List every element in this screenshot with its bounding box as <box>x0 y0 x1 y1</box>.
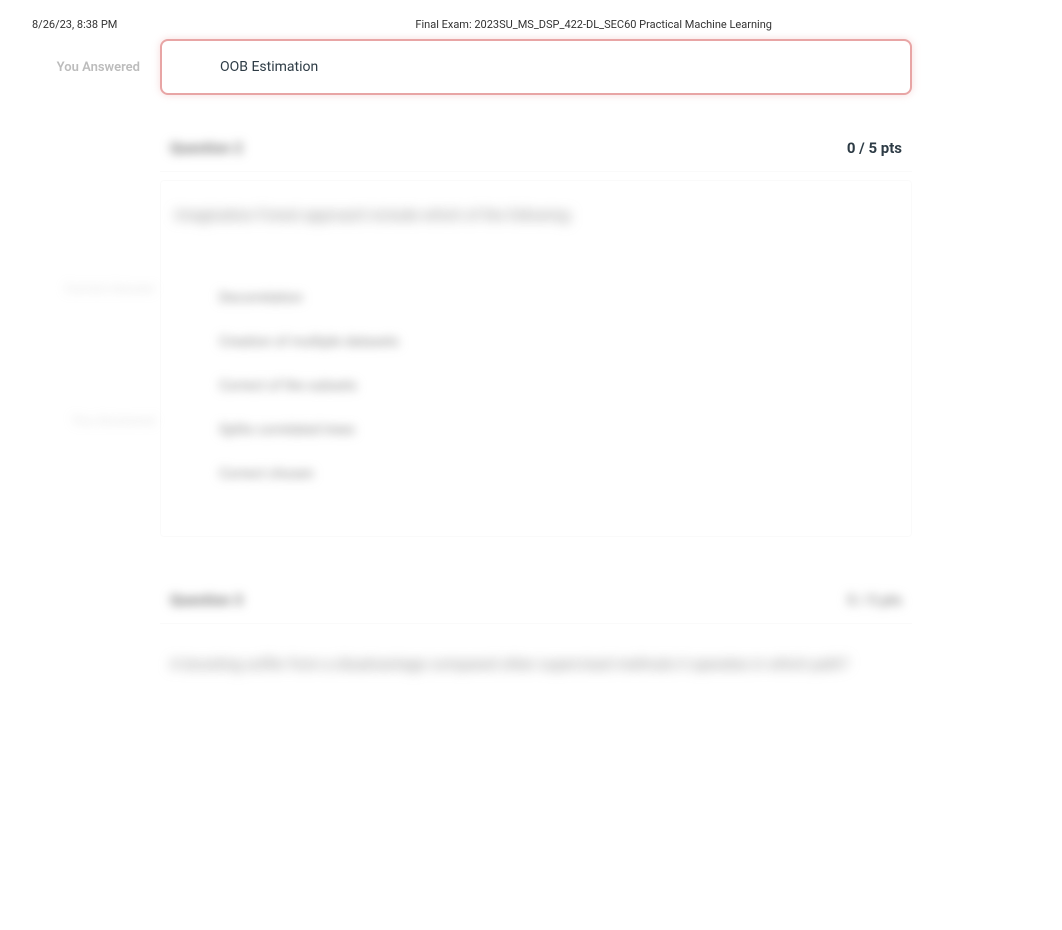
question-2-header: Question 2 0 / 5 pts <box>160 125 912 172</box>
option-5: Correct chosen <box>175 452 897 496</box>
you-answered-indicator: You Answered <box>15 414 155 429</box>
correct-answer-indicator: Correct Answer <box>15 282 155 297</box>
prev-question-answer-row: You Answered OOB Estimation <box>0 39 1062 95</box>
answer-box-container: OOB Estimation <box>160 39 912 95</box>
print-timestamp: 8/26/23, 8:38 PM <box>32 18 117 31</box>
selected-answer: OOB Estimation <box>160 39 912 95</box>
option-4: Splits correlated trees <box>175 408 897 452</box>
option-3: Correct of the subsets <box>175 364 897 408</box>
option-1: Decorrelation <box>175 276 897 320</box>
exam-title: Final Exam: 2023SU_MS_DSP_422-DL_SEC60 P… <box>237 18 950 31</box>
question-2-prompt: Imagination Forest approach include whic… <box>175 205 897 226</box>
question-2-points: 0 / 5 pts <box>847 139 902 157</box>
you-answered-label: You Answered <box>0 60 160 75</box>
question-2-body: Imagination Forest approach include whic… <box>160 180 912 537</box>
page-header: 8/26/23, 8:38 PM Final Exam: 2023SU_MS_D… <box>0 0 1062 39</box>
question-2-label: Question 2 <box>170 139 243 157</box>
question-2-block: Question 2 0 / 5 pts Imagination Forest … <box>0 125 1062 537</box>
question-3-points: 5 / 5 pts <box>847 591 902 609</box>
content-area: You Answered OOB Estimation Question 2 0… <box>0 39 1062 692</box>
question-3-label: Question 3 <box>170 591 243 609</box>
question-3-header: Question 3 5 / 5 pts <box>160 577 912 624</box>
question-3-prompt: A boosting suffer from a disadvantage co… <box>160 638 912 692</box>
question-3-block: Question 3 5 / 5 pts A boosting suffer f… <box>0 577 1062 692</box>
option-2: Creation of multiple datasets <box>175 320 897 364</box>
